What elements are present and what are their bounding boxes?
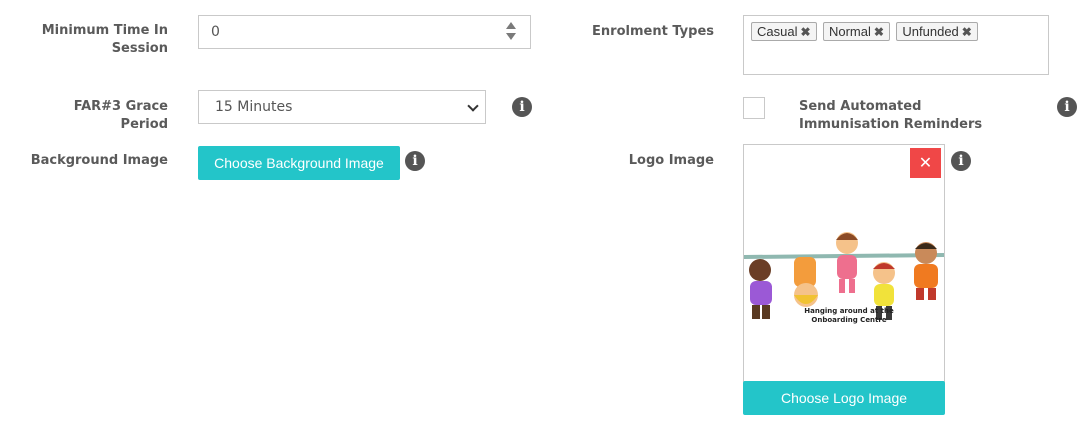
info-icon[interactable]: i (512, 97, 532, 117)
logo-image-label: Logo Image (628, 153, 714, 168)
logo-image-preview: Hanging around at the Onboarding Centre (743, 144, 945, 382)
remove-logo-button[interactable]: ✕ (910, 148, 941, 178)
enrolment-types-multiselect[interactable]: Casual ✖ Normal ✖ Unfunded ✖ (743, 15, 1049, 75)
remove-tag-icon[interactable]: ✖ (874, 25, 884, 39)
remove-tag-icon[interactable]: ✖ (800, 25, 810, 39)
tag-unfunded: Unfunded ✖ (896, 22, 978, 41)
choose-background-image-button[interactable]: Choose Background Image (198, 146, 400, 180)
min-time-value: 0 (211, 24, 220, 40)
grace-period-value: 15 Minutes (215, 99, 293, 115)
tag-normal: Normal ✖ (822, 22, 890, 41)
tag-label: Normal (828, 24, 871, 39)
logo-caption: Hanging around at the Onboarding Centre (804, 307, 894, 324)
info-icon[interactable]: i (1057, 97, 1077, 117)
spinner-icon[interactable] (506, 22, 516, 40)
immunisation-reminders-label: Send Automated Immunisation Reminders (799, 99, 983, 132)
remove-tag-icon[interactable]: ✖ (962, 25, 972, 39)
info-icon[interactable]: i (951, 151, 971, 171)
immunisation-reminders-checkbox[interactable] (743, 97, 765, 119)
tag-casual: Casual ✖ (751, 22, 817, 41)
grace-period-select[interactable]: 15 Minutes (198, 90, 486, 124)
info-icon[interactable]: i (405, 151, 425, 171)
tag-label: Unfunded (902, 24, 959, 39)
enrolment-types-label: Enrolment Types (592, 24, 714, 39)
grace-period-label: FAR#3 Grace Period (73, 99, 168, 132)
min-time-input[interactable]: 0 (198, 15, 531, 49)
min-time-label: Minimum Time In Session (41, 23, 168, 56)
choose-logo-image-button[interactable]: Choose Logo Image (743, 381, 945, 415)
chevron-down-icon (467, 100, 479, 112)
kids-illustration (744, 232, 944, 320)
tag-label: Casual (757, 24, 798, 39)
background-image-label: Background Image (30, 153, 168, 168)
